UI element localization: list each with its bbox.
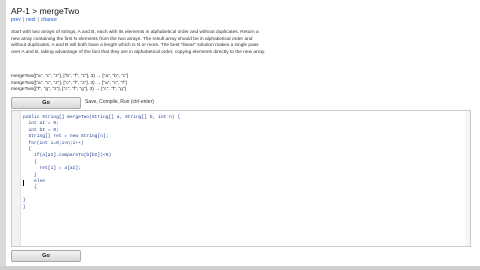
- page-title: AP-1 > mergeTwo: [11, 6, 80, 16]
- editor-scrollbar[interactable]: [465, 111, 470, 246]
- example-line: mergeTwo(["a", "c", "z"], ["b", "f", "z"…: [11, 74, 129, 79]
- bottom-bar: [0, 266, 480, 270]
- go-button[interactable]: Go: [11, 97, 81, 109]
- left-rail: [0, 0, 6, 270]
- chance-link[interactable]: chance: [41, 17, 57, 23]
- editor-gutter: [12, 111, 21, 246]
- run-hint: Save, Compile, Run (ctrl-enter): [85, 99, 154, 105]
- code-editor[interactable]: public String[] mergeTwo(String[] a, Str…: [11, 110, 471, 247]
- go-button-bottom[interactable]: Go: [11, 250, 81, 262]
- text-cursor: [23, 180, 24, 186]
- example-line: mergeTwo(["f", "g", "z"], ["c", "f", "g"…: [11, 87, 126, 93]
- problem-description: Start with two arrays of strings, A and …: [11, 30, 266, 55]
- code-text[interactable]: public String[] mergeTwo(String[] a, Str…: [23, 115, 180, 211]
- next-link[interactable]: next: [26, 17, 35, 23]
- problem-nav: prev | next | chance: [11, 17, 57, 23]
- examples: mergeTwo(["a", "c", "z"], ["b", "f", "z"…: [11, 74, 251, 94]
- prev-link[interactable]: prev: [11, 17, 21, 23]
